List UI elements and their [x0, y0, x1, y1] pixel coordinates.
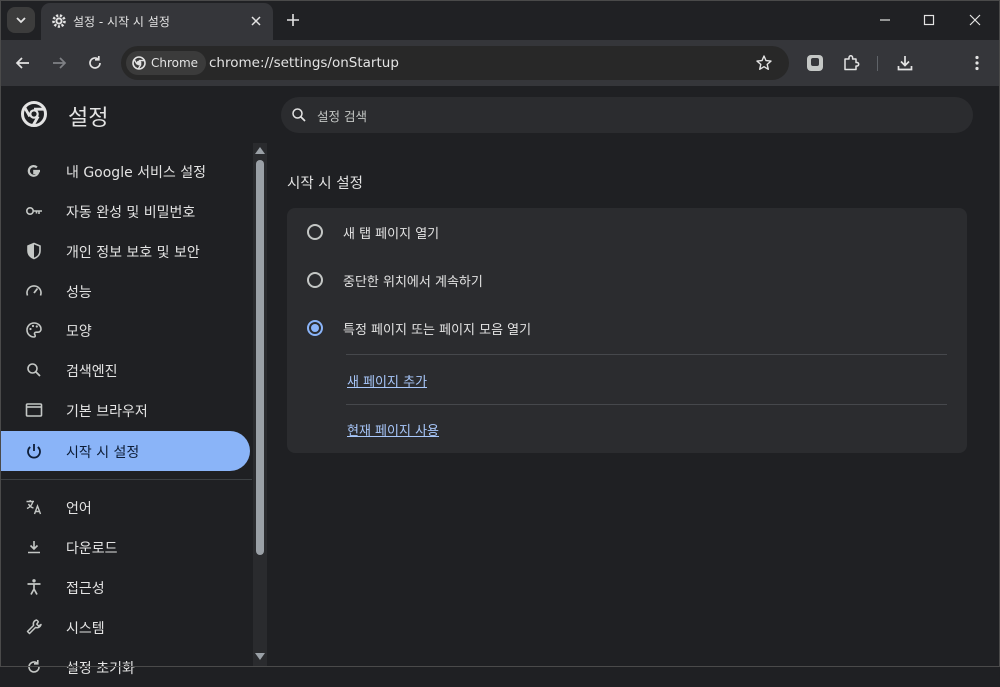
- sidebar-item-label: 시스템: [66, 621, 105, 637]
- option-label: 새 탭 페이지 열기: [343, 227, 440, 242]
- sidebar-item-label: 다운로드: [66, 541, 118, 557]
- accessibility-icon: [27, 579, 41, 595]
- sidebar-item-on-startup[interactable]: 시작 시 설정: [0, 431, 250, 471]
- bookmark-star-icon[interactable]: [755, 54, 773, 72]
- power-icon: [27, 444, 41, 459]
- toolbar: Chrome chrome://settings/onStartup: [0, 40, 1000, 86]
- sidebar-scrollbar-thumb[interactable]: [256, 160, 264, 555]
- site-info-chip[interactable]: Chrome: [126, 51, 207, 75]
- sidebar-item-label: 설정 초기화: [66, 661, 135, 677]
- key-icon: [25, 207, 42, 216]
- startup-options-card: 새 탭 페이지 열기 중단한 위치에서 계속하기 특정 페이지 또는 페이지 모…: [287, 208, 967, 453]
- reset-icon: [28, 660, 40, 673]
- card-divider: [346, 354, 947, 355]
- sidebar-item-languages[interactable]: 언어: [0, 487, 250, 527]
- forward-arrow-icon[interactable]: [49, 53, 69, 73]
- sidebar-item-system[interactable]: 시스템: [0, 607, 250, 647]
- wrench-icon: [26, 619, 42, 635]
- radio-button-checked[interactable]: [307, 320, 323, 336]
- sidebar-item-label: 모양: [66, 324, 92, 340]
- tab-title: 설정 - 시작 시 설정: [73, 15, 170, 29]
- maximize-icon[interactable]: [921, 12, 937, 28]
- sidebar-item-label: 기본 브라우저: [66, 404, 148, 420]
- sidebar-item-google-services[interactable]: 내 Google 서비스 설정: [0, 151, 250, 191]
- sidebar-item-label: 검색엔진: [66, 364, 118, 380]
- address-bar[interactable]: Chrome chrome://settings/onStartup: [121, 46, 789, 80]
- site-chip-label: Chrome: [151, 56, 199, 70]
- more-menu-icon[interactable]: [967, 53, 987, 73]
- sidebar-item-autofill[interactable]: 자동 완성 및 비밀번호: [0, 191, 250, 231]
- back-arrow-icon[interactable]: [13, 53, 33, 73]
- radio-button[interactable]: [307, 272, 323, 288]
- sidebar-item-label: 접근성: [66, 581, 105, 597]
- chrome-logo-icon: [21, 101, 47, 127]
- settings-title: 설정: [68, 106, 109, 131]
- toolbar-separator: [877, 56, 878, 71]
- profile-extension-icon[interactable]: [805, 53, 825, 73]
- use-current-pages-link[interactable]: 현재 페이지 사용: [347, 420, 439, 439]
- sidebar-item-label: 언어: [66, 501, 92, 517]
- search-icon: [27, 363, 41, 377]
- download-icon[interactable]: [895, 53, 915, 73]
- url-text[interactable]: chrome://settings/onStartup: [209, 55, 399, 71]
- card-divider: [346, 404, 947, 405]
- sidebar-item-privacy[interactable]: 개인 정보 보호 및 보안: [0, 231, 250, 271]
- sidebar-item-label: 내 Google 서비스 설정: [66, 165, 206, 181]
- radio-button[interactable]: [307, 224, 323, 240]
- search-icon: [292, 108, 306, 122]
- option-open-specific-pages[interactable]: 특정 페이지 또는 페이지 모음 열기: [287, 304, 967, 352]
- tab-search-button[interactable]: [7, 7, 35, 33]
- sidebar-item-accessibility[interactable]: 접근성: [0, 567, 250, 607]
- minimize-icon[interactable]: [877, 12, 893, 28]
- shield-icon: [27, 242, 41, 260]
- scroll-up-arrow-icon[interactable]: [254, 145, 266, 155]
- reload-icon[interactable]: [85, 53, 105, 73]
- sidebar-item-label: 성능: [66, 285, 92, 301]
- sidebar-item-appearance[interactable]: 모양: [0, 310, 250, 350]
- sidebar-item-label: 시작 시 설정: [66, 445, 140, 461]
- add-new-page-link[interactable]: 새 페이지 추가: [347, 371, 427, 390]
- scroll-down-arrow-icon[interactable]: [254, 652, 266, 662]
- close-tab-icon[interactable]: [249, 14, 263, 28]
- sidebar-item-downloads[interactable]: 다운로드: [0, 527, 250, 567]
- option-label: 중단한 위치에서 계속하기: [343, 275, 483, 290]
- sidebar-item-reset[interactable]: 설정 초기화: [0, 647, 250, 687]
- sidebar-divider: [0, 479, 252, 480]
- option-label: 특정 페이지 또는 페이지 모음 열기: [343, 323, 532, 338]
- sidebar-item-label: 개인 정보 보호 및 보안: [66, 245, 200, 261]
- section-title: 시작 시 설정: [287, 176, 363, 192]
- sidebar-item-label: 자동 완성 및 비밀번호: [66, 205, 196, 221]
- chrome-logo-icon: [132, 56, 146, 70]
- option-continue-where-left[interactable]: 중단한 위치에서 계속하기: [287, 256, 967, 304]
- google-g-icon: [27, 165, 40, 177]
- chevron-down-icon: [16, 17, 26, 24]
- download-icon: [28, 541, 40, 554]
- sidebar-item-performance[interactable]: 성능: [0, 271, 250, 311]
- close-window-icon[interactable]: [967, 12, 983, 28]
- sidebar-item-default-browser[interactable]: 기본 브라우저: [0, 390, 250, 430]
- extensions-puzzle-icon[interactable]: [841, 53, 861, 73]
- translate-icon: [26, 500, 42, 515]
- sidebar-item-search-engine[interactable]: 검색엔진: [0, 350, 250, 390]
- palette-icon: [26, 322, 42, 338]
- settings-search-input[interactable]: [315, 105, 919, 127]
- gear-icon: [52, 14, 66, 28]
- option-open-new-tab[interactable]: 새 탭 페이지 열기: [287, 208, 967, 256]
- speedometer-icon: [26, 285, 42, 296]
- active-tab[interactable]: 설정 - 시작 시 설정: [41, 3, 273, 40]
- new-tab-icon[interactable]: [284, 11, 302, 29]
- settings-search-box[interactable]: [281, 97, 973, 133]
- browser-window-icon: [25, 403, 43, 417]
